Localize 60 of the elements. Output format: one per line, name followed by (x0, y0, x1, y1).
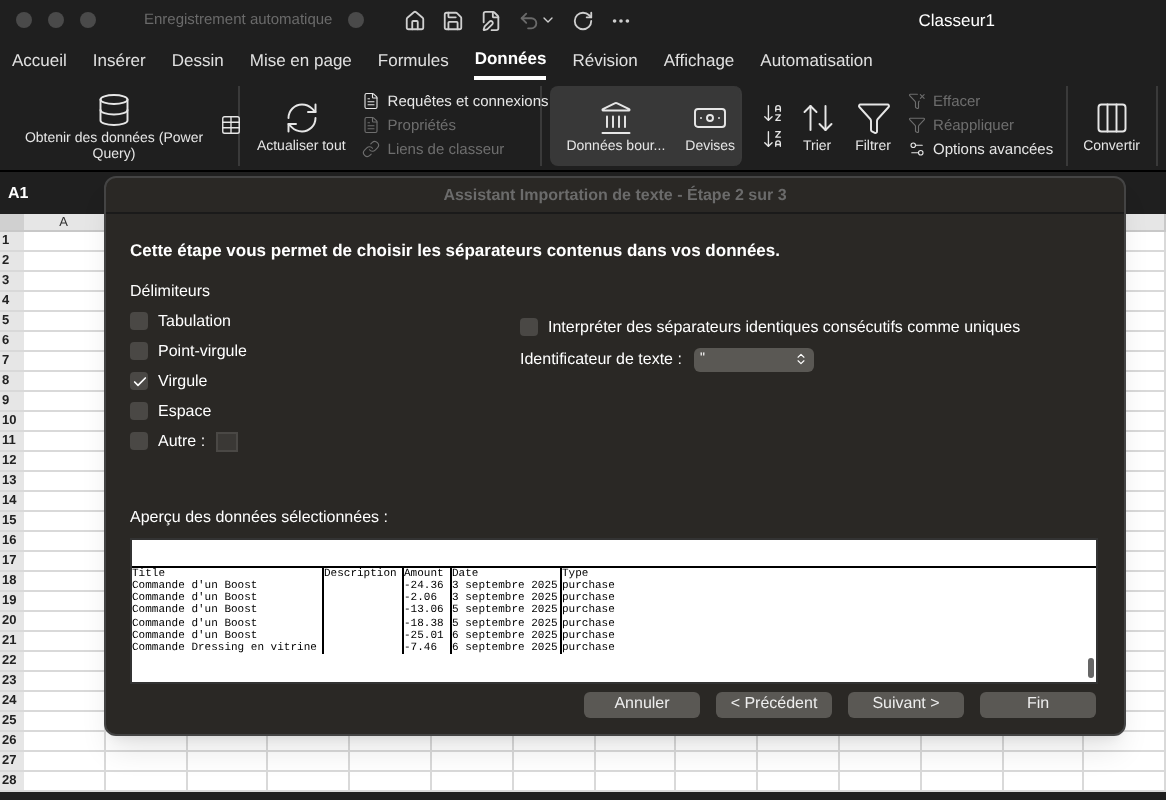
dialog-button[interactable]: Annuler (584, 691, 700, 718)
checkbox[interactable] (130, 402, 148, 421)
autosave-toggle[interactable] (348, 12, 365, 28)
scrollbar-thumb[interactable] (1088, 657, 1094, 678)
checkbox-label: Point-virgule (158, 339, 247, 364)
name-box[interactable]: A1 (8, 181, 68, 205)
checkbox-label: Tabulation (158, 309, 231, 334)
sort-ascending-icon (761, 101, 784, 123)
database-icon (96, 91, 132, 127)
edit-icon[interactable] (480, 9, 503, 31)
sort-icon (799, 99, 836, 135)
ribbon-tab[interactable]: Dessin (171, 40, 224, 80)
caret-icon[interactable] (540, 12, 557, 28)
ribbon-tab[interactable]: Insérer (92, 40, 146, 80)
dialog-button[interactable]: Suivant > (848, 691, 964, 718)
checkbox[interactable] (130, 342, 148, 361)
dialog-button[interactable]: Fin (980, 691, 1096, 718)
home-icon[interactable] (404, 9, 427, 31)
link-icon (361, 140, 380, 158)
preview-label: Aperçu des données sélectionnées : (130, 505, 390, 530)
ribbon-tab[interactable]: Accueil (12, 40, 67, 80)
checkbox-label: Espace (158, 399, 212, 424)
bank-icon (597, 99, 634, 135)
filter-clear-icon (907, 92, 926, 110)
delimiters-label: Délimiteurs (130, 279, 213, 304)
redo-icon[interactable] (572, 9, 595, 31)
document-icon (361, 116, 380, 134)
ribbon-tab[interactable]: Affichage (663, 40, 735, 80)
checkbox-label: Autre : (158, 429, 206, 454)
ribbon-tab[interactable]: Formules (377, 40, 449, 80)
qualifier-label: Identificateur de texte : (520, 347, 682, 372)
ribbon-icon-button[interactable] (761, 101, 784, 123)
filter-settings-icon (907, 140, 926, 158)
save-icon[interactable] (442, 9, 465, 31)
table-icon (220, 114, 242, 136)
ribbon-icon-button[interactable] (220, 114, 242, 136)
dialog-title: Assistant Importation de texte - Étape 2 sur 3 (443, 183, 787, 207)
filter-icon (907, 116, 926, 134)
list-icon (361, 92, 380, 110)
ribbon-tab[interactable]: Données (474, 40, 547, 80)
checkbox[interactable] (130, 312, 148, 331)
ribbon-tab[interactable]: Révision (572, 40, 638, 80)
dialog-button[interactable]: < Précédent (716, 691, 832, 718)
checkbox[interactable] (520, 318, 538, 337)
refresh-icon (283, 99, 320, 135)
instruction-text: Cette étape vous permet de choisir les séparateurs contenus dans vos données. (130, 238, 782, 264)
ribbon-tab[interactable]: Automatisation (760, 40, 873, 80)
checkbox-label: Virgule (158, 369, 208, 394)
columns-icon (1093, 99, 1130, 135)
checkbox-label: Interpréter des séparateurs identiques consécutifs comme uniques (548, 315, 1021, 340)
other-input-field[interactable] (215, 431, 238, 452)
ribbon-tab[interactable]: Mise en page (249, 40, 352, 80)
ribbon-icon-button[interactable] (761, 127, 784, 149)
stepper-icon (793, 352, 808, 367)
window-title: Classeur1 (918, 7, 995, 33)
filter-icon (855, 99, 892, 135)
checkbox[interactable] (130, 372, 148, 391)
sort-descending-icon (761, 127, 784, 149)
checkbox[interactable] (130, 432, 148, 451)
check-icon (131, 373, 147, 390)
